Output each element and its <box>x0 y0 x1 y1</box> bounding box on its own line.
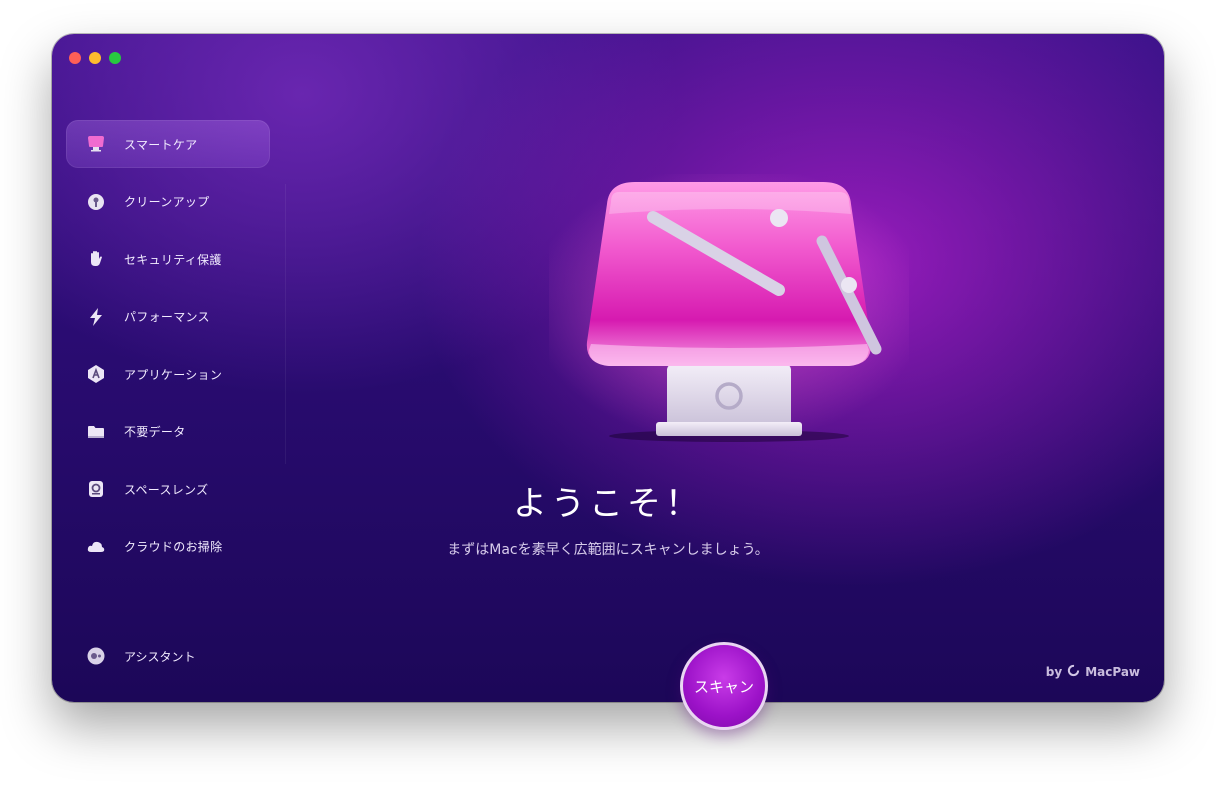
welcome-title: ようこそ！ <box>513 484 703 524</box>
assistant-icon <box>86 646 106 666</box>
sidebar-item-clutter[interactable]: 不要データ <box>66 408 270 456</box>
sidebar-item-smart-care[interactable]: スマートケア <box>66 120 270 168</box>
brand-name-text: MacPaw <box>1085 665 1140 679</box>
minimize-window-button[interactable] <box>89 52 101 64</box>
cleanmymac-logo-illustration <box>529 164 929 458</box>
sidebar-item-cleanup[interactable]: クリーンアップ <box>66 178 270 226</box>
hand-icon <box>86 249 106 269</box>
macpaw-logo-icon <box>1067 664 1080 680</box>
sidebar-item-performance[interactable]: パフォーマンス <box>66 293 270 341</box>
app-store-icon <box>86 364 106 384</box>
close-window-button[interactable] <box>69 52 81 64</box>
cleanup-orb-icon <box>86 192 106 212</box>
sidebar-item-label: 不要データ <box>124 425 186 439</box>
sidebar-item-applications[interactable]: アプリケーション <box>66 350 270 398</box>
brand-by-text: by <box>1045 665 1063 679</box>
sidebar-divider <box>285 184 286 464</box>
assistant-button[interactable]: アシスタント <box>86 646 196 666</box>
sidebar-item-label: クリーンアップ <box>124 195 210 209</box>
sidebar-item-label: パフォーマンス <box>124 310 210 324</box>
maximize-window-button[interactable] <box>109 52 121 64</box>
app-window: スマートケア クリーンアップ セキュリティ保護 パフォーマンス アプリケーション <box>52 34 1164 702</box>
folder-icon <box>86 422 106 442</box>
scan-button-label: スキャン <box>693 677 754 696</box>
sidebar-item-security[interactable]: セキュリティ保護 <box>66 235 270 283</box>
scan-button[interactable]: スキャン <box>680 642 768 730</box>
lightning-icon <box>86 307 106 327</box>
welcome-subtitle: まずはMacを素早く広範囲にスキャンしましょう。 <box>447 542 769 558</box>
window-controls <box>69 52 121 64</box>
monitor-icon <box>86 134 106 154</box>
sidebar-item-label: セキュリティ保護 <box>124 252 222 267</box>
assistant-label: アシスタント <box>124 649 196 664</box>
macpaw-brand: by MacPaw <box>1046 664 1140 680</box>
sidebar-item-label: スマートケア <box>124 137 198 152</box>
sidebar-item-label: アプリケーション <box>124 367 223 382</box>
